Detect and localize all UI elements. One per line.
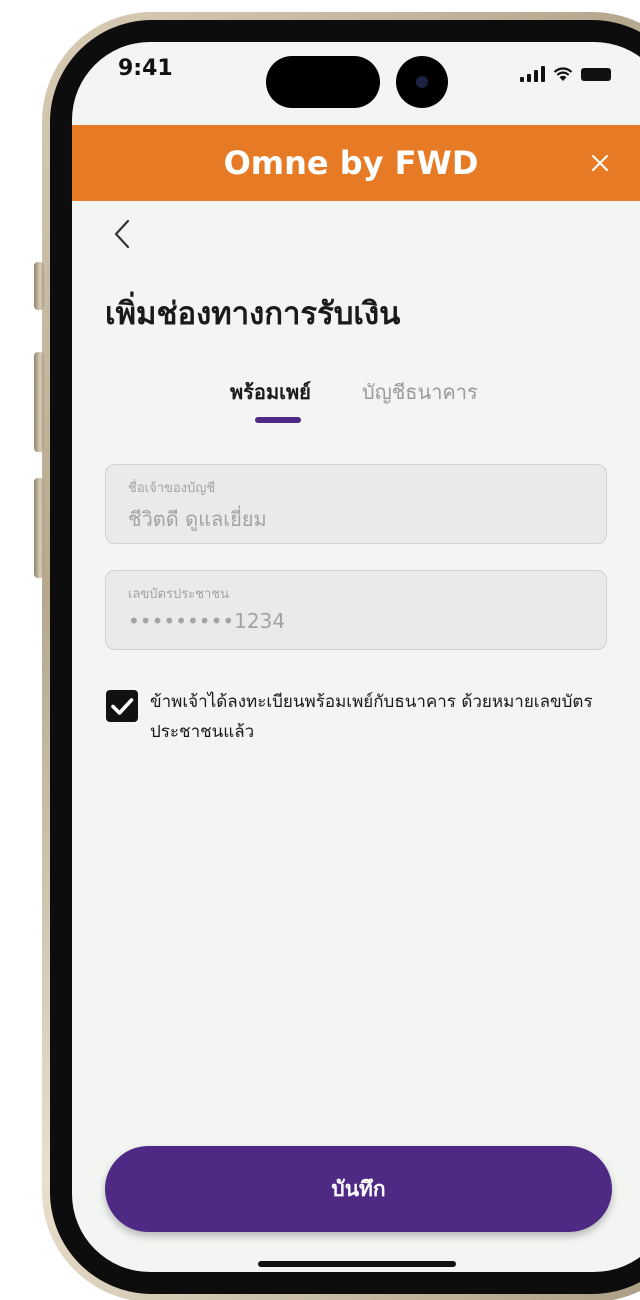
device-stage: 9:41 Omne by FWD เพิ่มช่องทางการรับเงิน … (0, 0, 640, 1300)
front-camera (396, 56, 448, 108)
national-id-label: เลขบัตรประชาชน (128, 587, 230, 602)
battery-icon (581, 68, 611, 81)
account-holder-label: ชื่อเจ้าของบัญชี (128, 481, 216, 496)
consent-text: ข้าพเจ้าได้ลงทะเบียนพร้อมเพย์กับธนาคาร ด… (150, 692, 593, 742)
account-holder-field[interactable]: ชื่อเจ้าของบัญชี ชีวิตดี ดูแลเยี่ยม (105, 464, 607, 544)
consent-checkbox[interactable] (106, 690, 138, 722)
tab-bank-account[interactable]: บัญชีธนาคาร (362, 376, 478, 408)
close-button[interactable] (584, 147, 616, 179)
app-header: Omne by FWD (72, 125, 640, 201)
save-button[interactable]: บันทึก (105, 1146, 612, 1232)
volume-down-button (34, 478, 44, 578)
check-icon (111, 698, 134, 715)
chevron-left-icon (114, 219, 130, 249)
close-icon (592, 155, 608, 171)
page-title: เพิ่มช่องทางการรับเงิน (105, 296, 401, 332)
phone-screen: 9:41 Omne by FWD เพิ่มช่องทางการรับเงิน … (72, 42, 640, 1272)
active-tab-indicator (255, 417, 301, 423)
national-id-field[interactable]: เลขบัตรประชาชน •••••••••1234 (105, 570, 607, 650)
mute-switch (34, 262, 44, 310)
status-time: 9:41 (118, 56, 173, 81)
home-indicator (258, 1261, 456, 1267)
status-icons (520, 62, 611, 82)
national-id-value: •••••••••1234 (128, 609, 286, 633)
dynamic-island (266, 56, 380, 108)
wifi-icon (553, 66, 573, 82)
app-title: Omne by FWD (223, 144, 479, 182)
cellular-signal-icon (520, 66, 545, 82)
back-button[interactable] (108, 214, 138, 254)
tab-promptpay[interactable]: พร้อมเพย์ (230, 376, 311, 408)
account-holder-value: ชีวิตดี ดูแลเยี่ยม (128, 507, 267, 531)
volume-up-button (34, 352, 44, 452)
